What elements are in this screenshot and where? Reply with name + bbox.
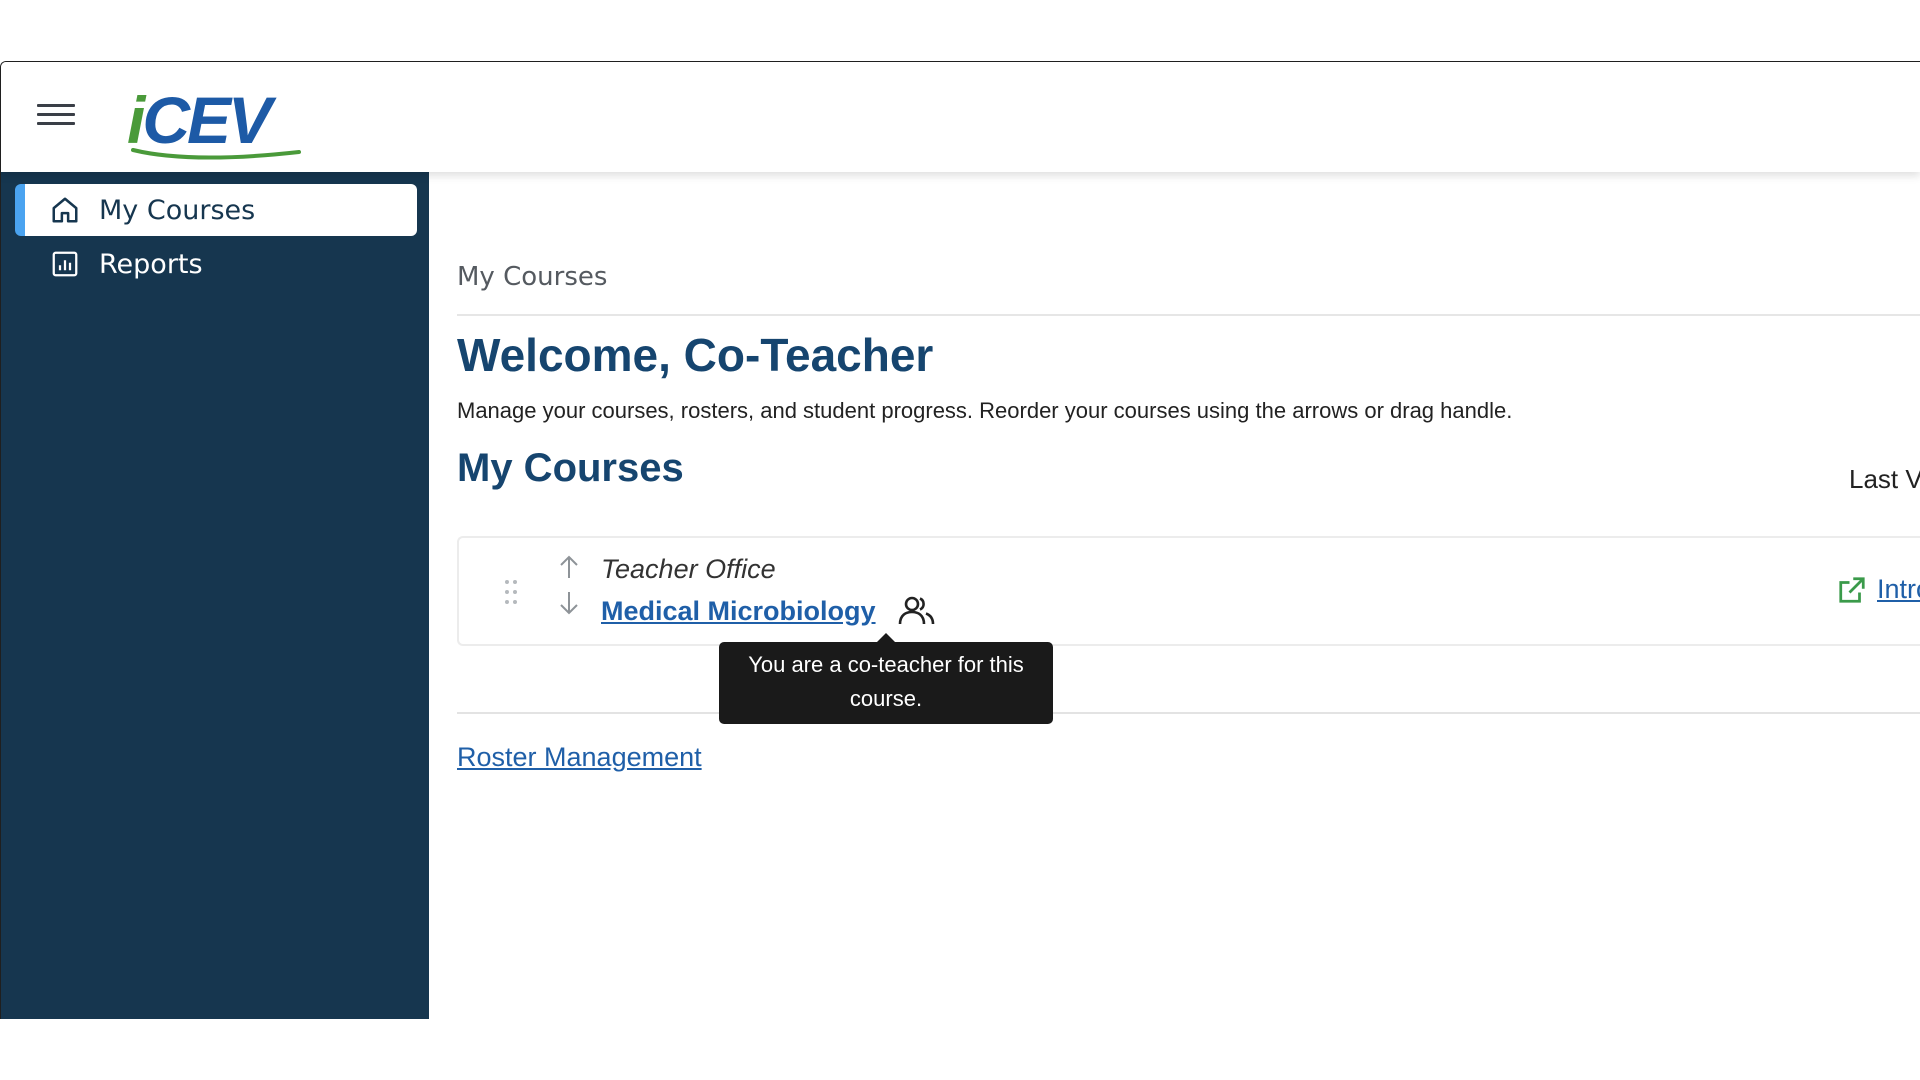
hamburger-menu-icon[interactable] (37, 104, 75, 130)
main-content: My Courses Welcome, Co-Teacher Manage yo… (429, 172, 1920, 1019)
bar-chart-icon (49, 248, 81, 280)
course-category: Teacher Office (601, 554, 776, 584)
sort-last-viewed[interactable]: Last V (1849, 464, 1920, 495)
course-card: Teacher Office Medical Microbiology Intr… (457, 536, 1920, 646)
courses-heading: My Courses (457, 446, 684, 490)
home-icon (49, 194, 81, 226)
arrow-down-icon[interactable] (557, 590, 581, 616)
roster-management-link[interactable]: Roster Management (457, 742, 702, 773)
arrow-up-icon[interactable] (557, 554, 581, 580)
sidebar-item-label: Reports (99, 248, 203, 280)
divider (457, 314, 1920, 316)
external-link-label: Introdu (1877, 574, 1920, 604)
drag-handle-icon[interactable] (503, 578, 519, 606)
external-link-icon (1839, 576, 1865, 603)
app-window: iCEV My Courses Reports My Courses Welco… (0, 61, 1920, 1019)
divider (457, 712, 1920, 714)
co-teacher-icon[interactable] (897, 594, 937, 628)
icev-logo[interactable]: iCEV (127, 82, 307, 160)
course-introduction-link[interactable]: Introdu (1837, 574, 1920, 605)
page-title: Welcome, Co-Teacher (457, 329, 934, 381)
sidebar-nav: My Courses Reports (1, 172, 429, 1019)
sidebar-item-my-courses[interactable]: My Courses (15, 184, 417, 236)
logo-swoosh-icon (131, 148, 301, 160)
breadcrumb: My Courses (457, 262, 608, 292)
sidebar-item-label: My Courses (99, 194, 256, 226)
sidebar-item-reports[interactable]: Reports (15, 238, 417, 290)
top-header: iCEV (1, 62, 1920, 172)
course-title-link[interactable]: Medical Microbiology (601, 596, 876, 627)
co-teacher-tooltip: You are a co-teacher for this course. (719, 633, 1053, 724)
page-subtitle: Manage your courses, rosters, and studen… (457, 398, 1513, 423)
